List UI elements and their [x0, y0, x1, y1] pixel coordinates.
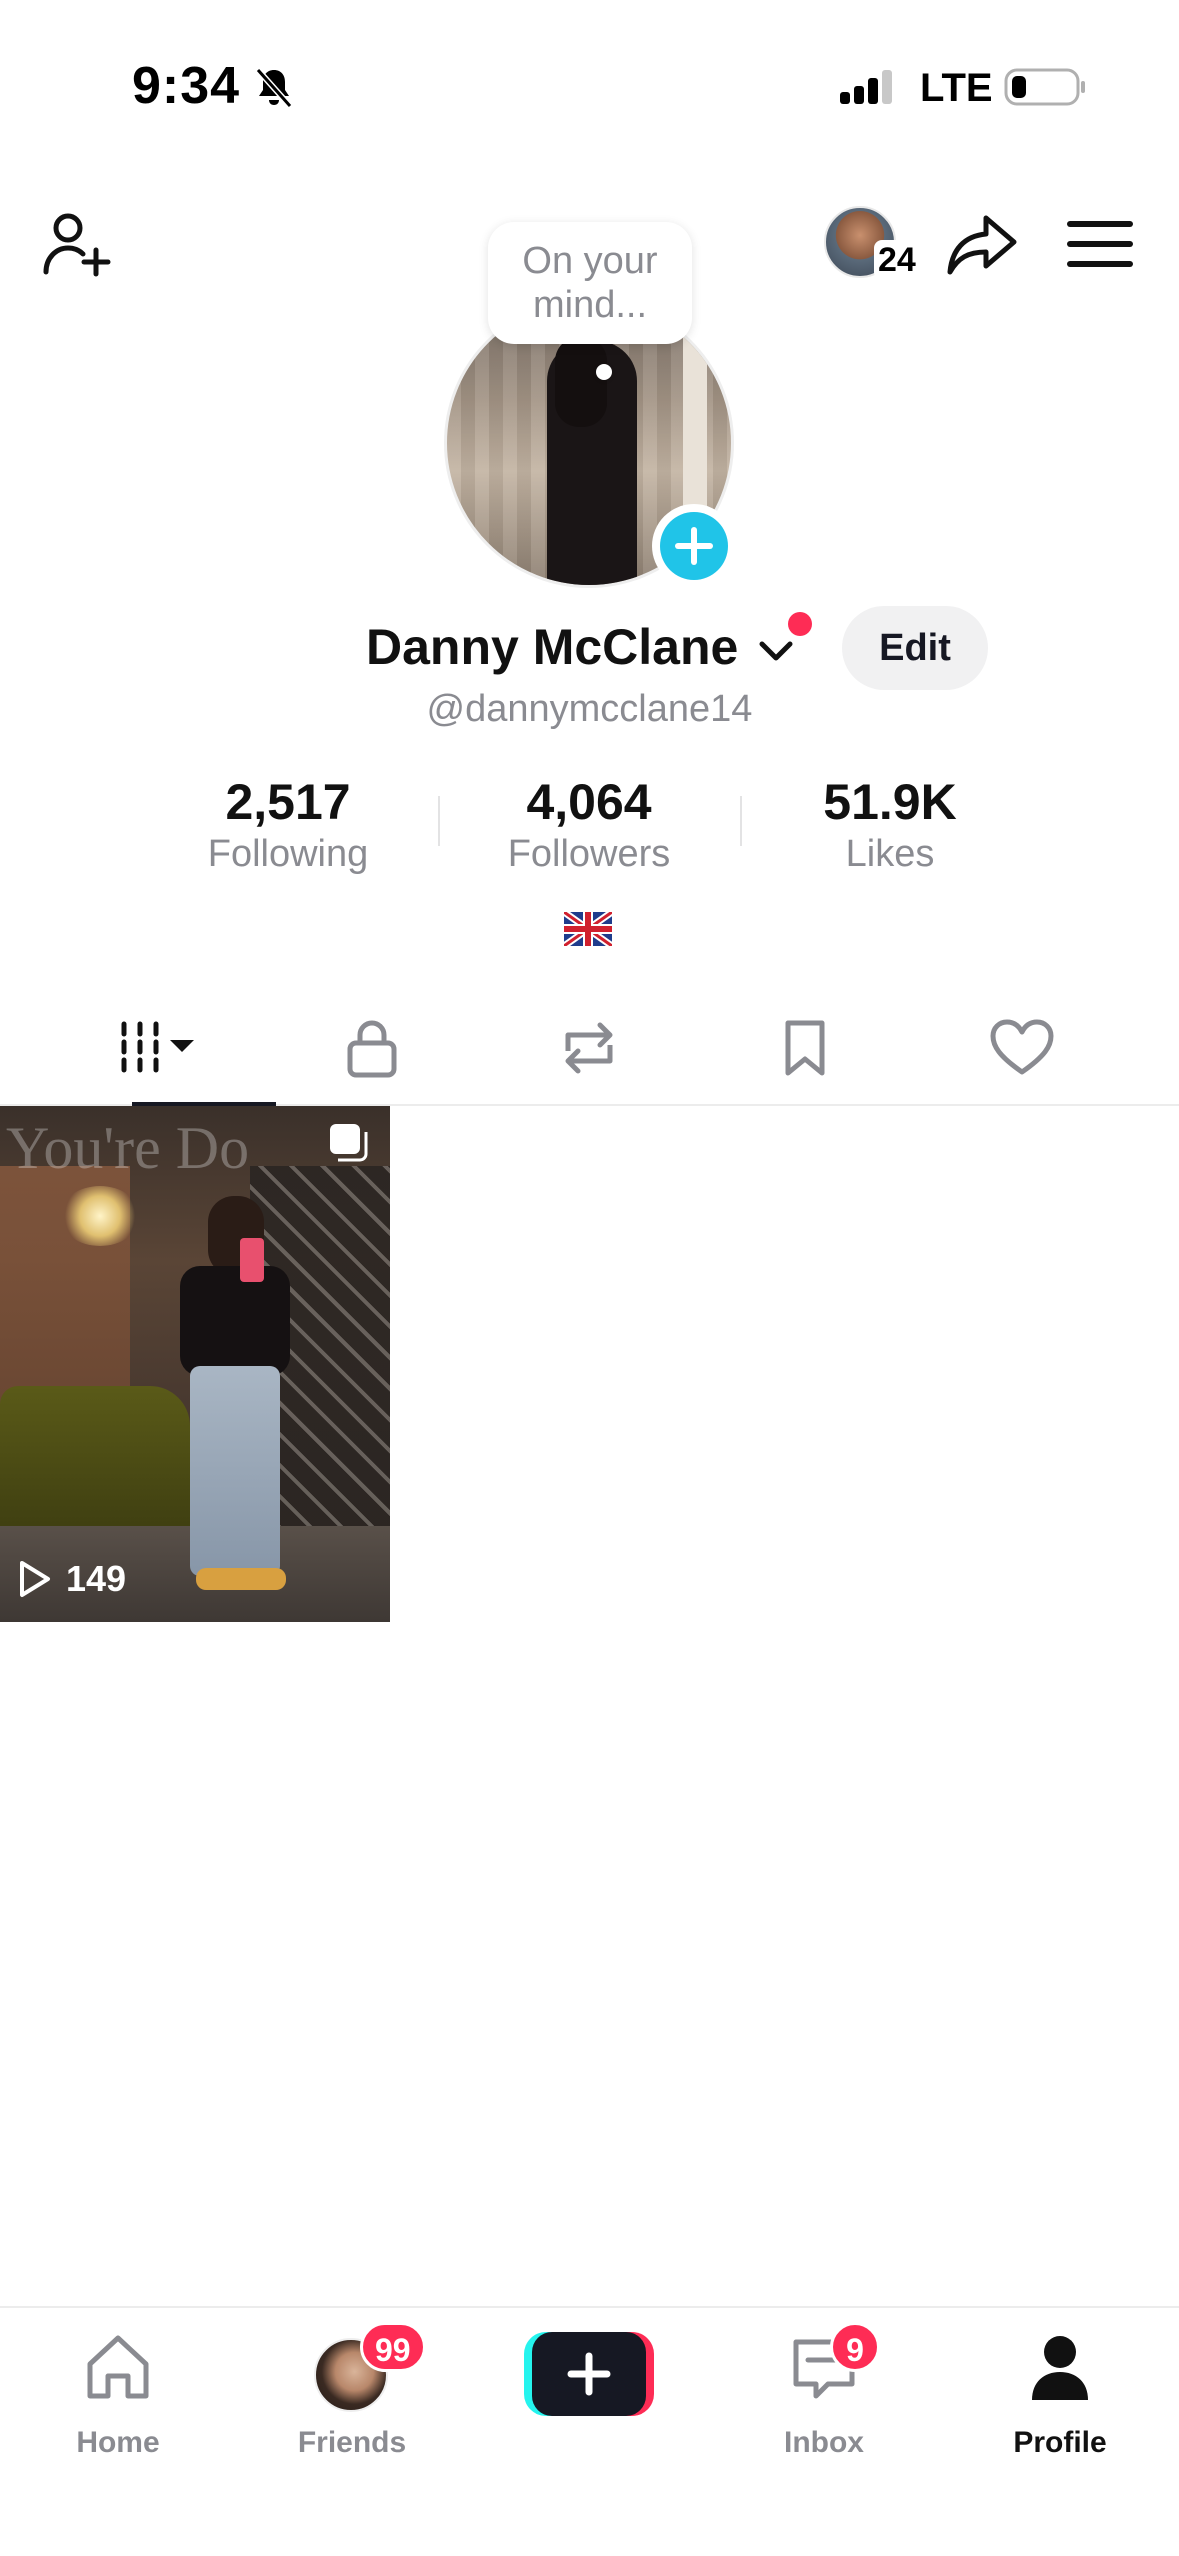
play-icon: [20, 1561, 50, 1597]
stat-label: Following: [207, 833, 369, 875]
stat-likes[interactable]: 51.9K Likes: [760, 774, 1020, 878]
nav-inbox[interactable]: 9 Inbox: [734, 2322, 914, 2480]
bell-slash-icon: [255, 68, 293, 108]
home-icon: [87, 2335, 149, 2399]
profile-icon: [1032, 2336, 1088, 2400]
note-bubble-tail: [596, 364, 612, 380]
tab-reposts[interactable]: [481, 990, 697, 1106]
stat-label: Likes: [845, 833, 935, 875]
username: @dannymcclane14: [426, 688, 753, 730]
edit-profile-button[interactable]: Edit: [842, 606, 988, 690]
lock-icon: [347, 1020, 397, 1078]
plus-icon: [532, 2332, 646, 2416]
thumbnail-chandelier: [60, 1186, 140, 1246]
nav-friends[interactable]: 99 Friends: [262, 2322, 442, 2480]
profile-stats: 2,517 Following 4,064 Followers 51.9K Li…: [0, 774, 1179, 884]
stat-value: 51.9K: [823, 774, 957, 830]
thumbnail-person-torso: [180, 1266, 290, 1376]
stat-divider: [740, 796, 742, 846]
video-thumbnail[interactable]: You're Do 149: [0, 1106, 390, 1622]
profile-viewers-button[interactable]: 24: [824, 206, 920, 282]
thumbnail-shoes: [196, 1568, 286, 1590]
tab-private[interactable]: [264, 990, 480, 1106]
plus-icon: [660, 512, 728, 580]
nav-friends-label: Friends: [297, 2426, 407, 2459]
thumbnail-sofa: [0, 1386, 190, 1546]
play-count-text: 149: [66, 1558, 127, 1599]
united-kingdom-flag-icon: [564, 912, 612, 946]
signal-icon: [840, 70, 892, 104]
nav-home-label: Home: [76, 2426, 160, 2459]
status-time: 9:34: [132, 57, 241, 115]
menu-icon[interactable]: [1064, 210, 1136, 278]
stat-following[interactable]: 2,517 Following: [158, 774, 418, 878]
inbox-badge: 9: [830, 2322, 880, 2372]
thumbnail-person-jeans: [190, 1366, 280, 1576]
add-friend-icon[interactable]: [40, 206, 116, 282]
name-row: Danny McClane: [0, 612, 1179, 692]
avatar-add-button[interactable]: [652, 504, 736, 588]
stat-followers[interactable]: 4,064 Followers: [459, 774, 719, 878]
battery-icon: [1004, 68, 1085, 106]
create-button[interactable]: [524, 2332, 654, 2416]
note-text: On your mind...: [522, 240, 658, 326]
nav-home[interactable]: Home: [28, 2330, 208, 2480]
thumbnail-sign-text: You're Do: [6, 1115, 250, 1181]
thumbnail-phone: [240, 1238, 264, 1282]
play-count: 149: [14, 1554, 126, 1604]
tab-saved[interactable]: [697, 990, 913, 1106]
stat-divider: [438, 796, 440, 846]
status-bar: 9:34 LTE: [0, 0, 1179, 170]
stat-value: 2,517: [225, 774, 351, 830]
tab-videos[interactable]: [48, 990, 276, 1108]
multi-photo-icon: [330, 1124, 368, 1162]
nav-profile[interactable]: Profile: [970, 2330, 1150, 2480]
note-bubble[interactable]: On your mind...: [488, 222, 692, 344]
repost-icon: [565, 1022, 613, 1074]
avatar-hair: [555, 337, 607, 427]
heart-icon: [990, 1019, 1054, 1075]
nav-inbox-label: Inbox: [784, 2426, 864, 2459]
videos-grid-icon: [121, 1021, 194, 1073]
profile-tabs: [0, 990, 1179, 1108]
carrier-label: LTE: [920, 66, 993, 110]
account-notification-dot: [788, 612, 812, 636]
display-name[interactable]: Danny McClane: [366, 618, 738, 676]
tab-liked[interactable]: [914, 990, 1130, 1106]
friends-badge: 99: [360, 2322, 426, 2372]
nav-profile-label: Profile: [1013, 2426, 1107, 2459]
stat-value: 4,064: [526, 774, 652, 830]
stat-label: Followers: [507, 833, 671, 875]
share-icon[interactable]: [944, 206, 1020, 282]
chevron-down-icon[interactable]: [756, 636, 796, 666]
viewer-count: 24: [874, 240, 920, 280]
bookmark-icon: [785, 1020, 825, 1076]
